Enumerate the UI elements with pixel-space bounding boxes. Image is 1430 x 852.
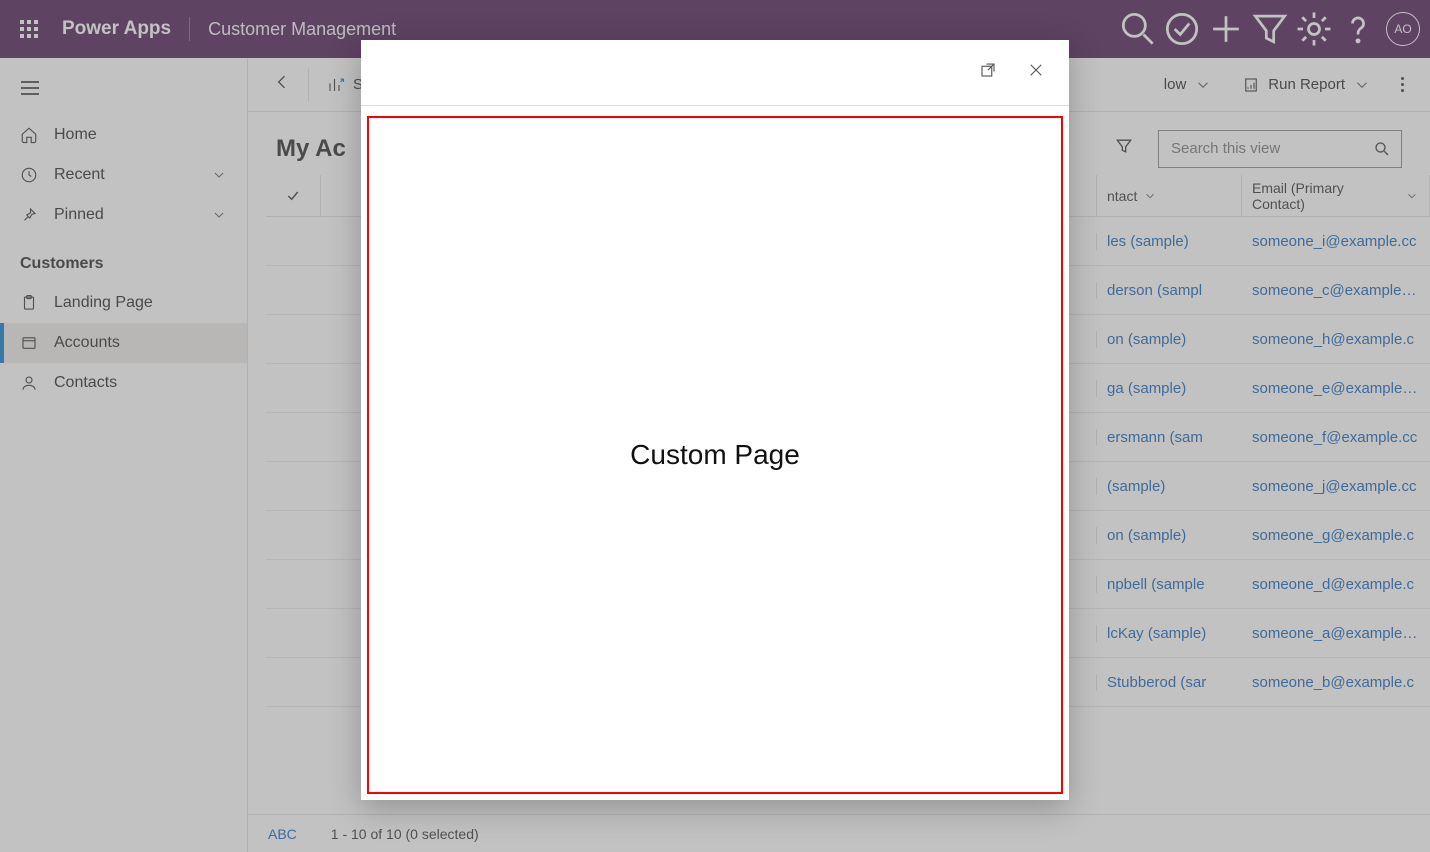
- popout-button[interactable]: [973, 55, 1003, 90]
- close-button[interactable]: [1021, 55, 1051, 90]
- custom-page-container: Custom Page: [367, 116, 1063, 794]
- custom-page-dialog: Custom Page: [361, 40, 1069, 800]
- dialog-header: [361, 40, 1069, 106]
- modal-overlay[interactable]: Custom Page: [0, 0, 1430, 852]
- custom-page-label: Custom Page: [630, 439, 800, 471]
